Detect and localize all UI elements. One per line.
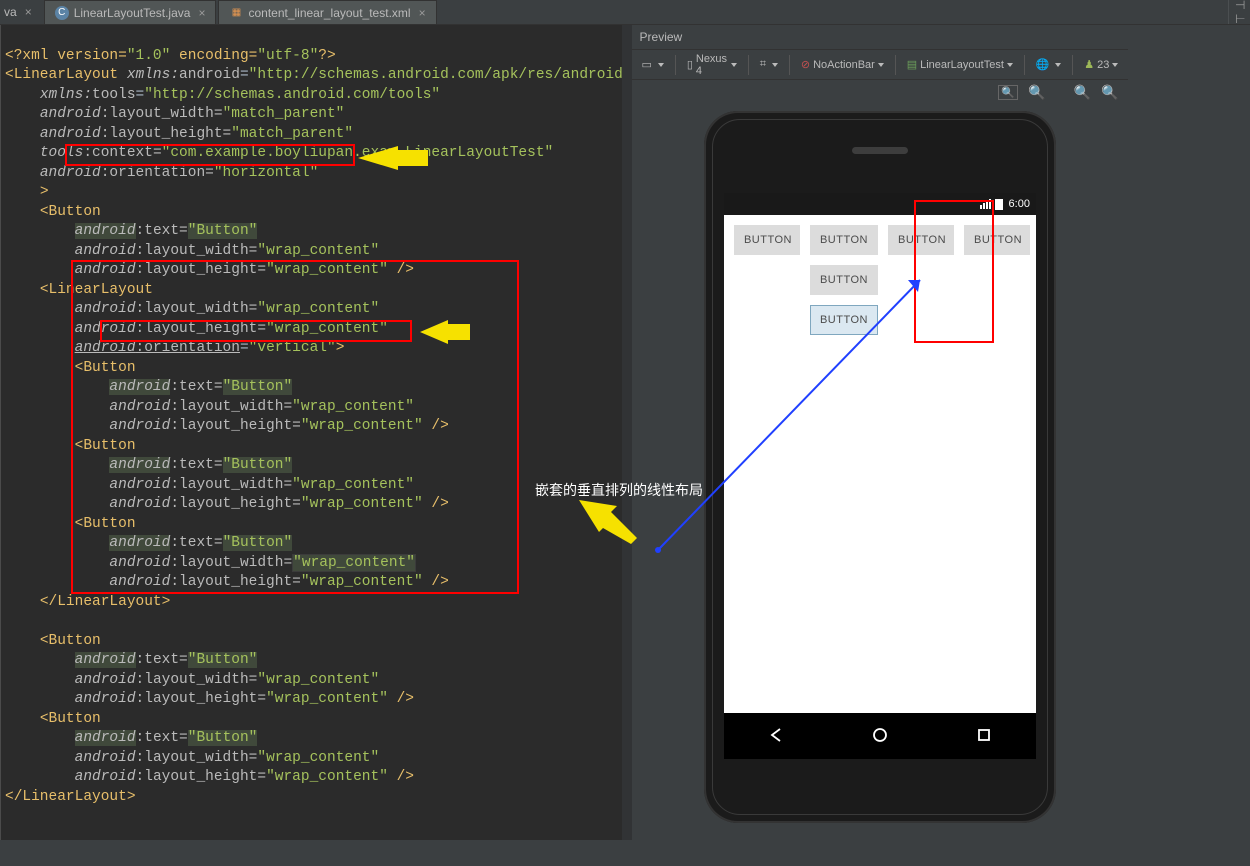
orientation-button[interactable]: ▭ — [638, 54, 668, 76]
preview-button[interactable]: BUTTON — [964, 225, 1030, 255]
layout-icon: ▤ — [907, 58, 917, 71]
config-button[interactable]: ⌗ — [756, 54, 782, 76]
tab-java[interactable]: C LinearLayoutTest.java × — [44, 0, 217, 24]
zoom-actual-icon[interactable]: 🔍 — [1028, 84, 1045, 101]
editor-pane: c ⊟ ⊟ ⊟ ⊟ ⊟ ⊟ ⊟ ⊟ <?xml version="1.0" en… — [0, 25, 695, 840]
code-editor[interactable]: <?xml version="1.0" encoding="utf-8"?> <… — [1, 25, 632, 840]
device-frame: 6:00 BUTTON BUTTON BUTTON BUTTON BUTTON … — [704, 111, 1056, 823]
android-icon: ♟ — [1084, 58, 1094, 71]
theme-select[interactable]: ⊘NoActionBar — [797, 54, 888, 76]
device-label: Nexus 4 — [696, 53, 728, 77]
tab-label: content_linear_layout_test.xml — [248, 6, 410, 20]
pin-icon[interactable]: ⊣ ⊢ — [1228, 0, 1242, 24]
zoom-out-icon[interactable]: 🔍 — [1101, 84, 1118, 101]
preview-button[interactable]: BUTTON — [734, 225, 800, 255]
tab-xml[interactable]: ▦ content_linear_layout_test.xml × — [218, 0, 436, 24]
phone-icon: ▯ — [687, 58, 693, 71]
nav-bar — [724, 713, 1036, 759]
tab-partial[interactable]: va × — [4, 0, 42, 24]
preview-pane: Preview ▭ ▯Nexus 4 ⌗ ⊘NoActionBar ▤Linea… — [632, 25, 1129, 840]
preview-button[interactable]: BUTTON — [888, 225, 954, 255]
preview-toolbar: ▭ ▯Nexus 4 ⌗ ⊘NoActionBar ▤LinearLayoutT… — [632, 50, 1129, 80]
app-content: BUTTON BUTTON BUTTON BUTTON BUTTON BUTTO… — [724, 215, 1036, 345]
java-class-icon: C — [55, 6, 69, 20]
recent-icon[interactable] — [976, 727, 992, 746]
preview-button-selected[interactable]: BUTTON — [810, 305, 878, 335]
phone-icon: ▭ — [642, 58, 652, 71]
preview-title: Preview — [632, 25, 1129, 50]
scrollbar[interactable] — [622, 25, 632, 840]
xml-file-icon: ▦ — [229, 6, 243, 20]
tab-label: LinearLayoutTest.java — [74, 6, 191, 20]
activity-select[interactable]: ▤LinearLayoutTest — [903, 54, 1017, 76]
close-icon[interactable]: × — [25, 5, 32, 19]
theme-label: NoActionBar — [813, 59, 875, 71]
zoom-row: 🔍 🔍 🔍 🔍 — [632, 80, 1129, 107]
no-icon: ⊘ — [801, 58, 810, 71]
zoom-in-icon[interactable]: 🔍 — [1074, 84, 1091, 101]
api-label: 23 — [1097, 59, 1109, 71]
preview-button[interactable]: BUTTON — [810, 265, 878, 295]
battery-icon — [995, 199, 1003, 210]
speaker-icon — [852, 147, 908, 154]
device-screen: 6:00 BUTTON BUTTON BUTTON BUTTON BUTTON … — [724, 193, 1036, 713]
preview-button[interactable]: BUTTON — [810, 225, 878, 255]
activity-label: LinearLayoutTest — [920, 59, 1004, 71]
api-select[interactable]: ♟23 — [1080, 54, 1122, 76]
signal-icon — [980, 199, 991, 209]
status-bar: 6:00 — [724, 193, 1036, 215]
globe-icon: 🌐 — [1036, 58, 1050, 71]
status-time: 6:00 — [1009, 198, 1030, 210]
locale-select[interactable]: 🌐 — [1032, 54, 1066, 76]
config-icon: ⌗ — [760, 58, 766, 71]
close-icon[interactable]: × — [419, 6, 426, 20]
back-icon[interactable] — [768, 727, 784, 746]
device-select[interactable]: ▯Nexus 4 — [683, 54, 741, 76]
zoom-fit-icon[interactable]: 🔍 — [998, 85, 1018, 100]
tab-label: va — [4, 5, 17, 19]
home-icon[interactable] — [871, 726, 889, 747]
close-icon[interactable]: × — [198, 6, 205, 20]
editor-tab-bar: va × C LinearLayoutTest.java × ▦ content_lin… — [0, 0, 1250, 25]
